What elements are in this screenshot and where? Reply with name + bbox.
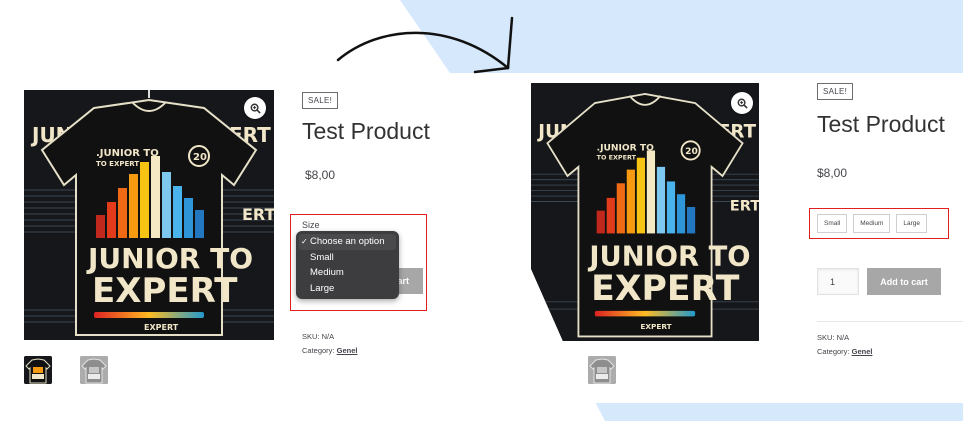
comparison-stage: JUNI ERT ERT .JUNIOR TO TO EXPERT 20 JUN… [0,0,963,421]
sale-badge: SALE! [302,92,339,109]
art-small-2: TO EXPERT [597,154,637,162]
art-badge: 20 [685,147,698,157]
zoom-button[interactable] [731,92,753,114]
magnifier-plus-icon [737,98,748,109]
art-footer: EXPERT [640,322,671,331]
product-title: Test Product [302,118,430,144]
category-line: Category: Genel [302,346,358,355]
tshirt-artwork: JUNI ERT ERT .JUNIOR TO TO EXPERT 20 [531,83,759,341]
highlight-box-after [809,208,949,239]
art-headline-2: EXPERT [92,271,238,311]
category-line: Category: Genel [817,347,873,356]
product-meta: SKU: N/A Category: Genel [817,331,872,359]
product-title: Test Product [817,111,945,137]
highlight-box-before [290,214,427,311]
art-small-1: .JUNIOR TO [597,143,654,153]
zoom-button[interactable] [244,97,266,119]
art-headline-1: JUNIOR TO [587,241,750,272]
art-headline-2: EXPERT [591,269,740,309]
before-panel: JUNI ERT ERT .JUNIOR TO TO EXPERT 20 JUN… [0,0,520,421]
after-panel: JUNI ERT ERT .JUNIOR TO TO EXPERT 20 [525,73,963,403]
tshirt-artwork: JUNI ERT ERT .JUNIOR TO TO EXPERT 20 [24,90,274,340]
product-meta: SKU: N/A Category: Genel [302,330,357,358]
product-price: $8,00 [817,166,848,180]
category-link[interactable]: Genel [852,347,873,356]
product-main-image[interactable]: JUNI ERT ERT .JUNIOR TO TO EXPERT 20 [531,83,759,341]
quantity-input[interactable]: 1 [817,268,859,295]
divider [817,321,963,322]
art-small-1: .JUNIOR TO [96,148,159,159]
art-footer: EXPERT [144,323,179,332]
sku-text: SKU: N/A [817,333,850,342]
side-text-right-2: ERT [730,198,759,215]
sku-text: SKU: N/A [302,332,335,341]
side-text-right-2: ERT [242,205,274,224]
sale-badge: SALE! [817,83,854,100]
art-badge: 20 [193,152,207,163]
art-small-2: TO EXPERT [96,160,139,168]
magnifier-plus-icon [250,103,261,114]
product-price: $8,00 [305,168,336,182]
gallery-thumbnail-2[interactable] [80,356,108,384]
gallery-thumbnail-2[interactable] [588,356,616,384]
add-to-cart-button[interactable]: Add to cart [867,268,941,295]
category-link[interactable]: Genel [337,346,358,355]
product-main-image[interactable]: JUNI ERT ERT .JUNIOR TO TO EXPERT 20 [24,90,274,340]
gallery-thumbnail-1[interactable] [24,356,52,384]
